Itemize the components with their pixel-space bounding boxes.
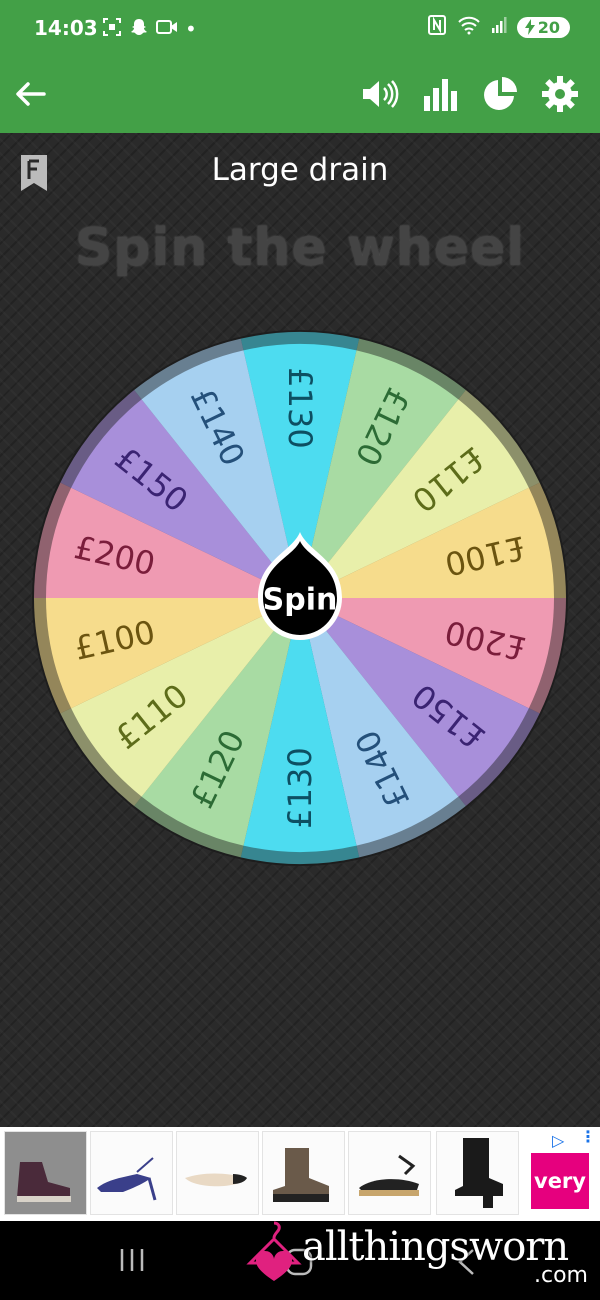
ad-banner[interactable]: ▷ ⋮ very [0,1127,600,1221]
watermark-suffix: .com [534,1263,588,1288]
ad-product-espadrille[interactable] [348,1131,431,1215]
spin-label: Spin [263,583,338,618]
hanger-heart-logo [246,1221,302,1281]
ad-product-ballet-flat[interactable] [176,1131,259,1215]
ad-product-hiking-boot[interactable] [4,1131,87,1215]
ad-menu-icon[interactable]: ⋮ [580,1129,596,1145]
prize-wheel[interactable]: £130 £120£110£100£200£150£140£130£120£110… [0,0,600,1130]
wheel-segment-label: £130 [281,367,319,448]
allthingsworn-watermark: allthingsworn .com [244,1219,594,1294]
ad-brand-logo[interactable]: very [531,1153,589,1209]
recent-apps-icon [120,1249,144,1271]
ad-product-chelsea-boot[interactable] [262,1131,345,1215]
wheel-segment-label: £130 [281,747,319,828]
ad-product-slingback-heel[interactable] [90,1131,173,1215]
watermark-text: allthingsworn [302,1224,569,1270]
ad-choices-icon[interactable]: ▷ [552,1131,564,1150]
ad-product-heeled-ankle-boot[interactable] [436,1131,519,1215]
recent-apps-button[interactable] [118,1247,146,1277]
